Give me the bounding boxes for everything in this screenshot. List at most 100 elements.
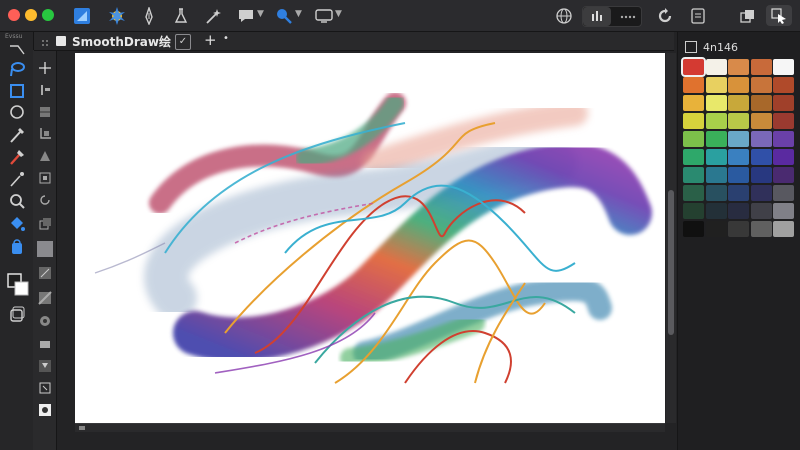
pen-nib-icon[interactable] <box>140 5 158 26</box>
smudge-icon[interactable] <box>35 263 54 282</box>
color-swatch[interactable] <box>728 95 749 111</box>
color-swatch[interactable] <box>750 221 772 237</box>
color-swatch[interactable] <box>705 149 727 165</box>
color-swatch[interactable] <box>728 185 749 201</box>
color-swatch[interactable] <box>705 113 727 129</box>
color-swatch[interactable] <box>705 95 727 111</box>
color-swatch[interactable] <box>750 95 772 111</box>
rectangle-select-icon[interactable] <box>4 80 30 102</box>
color-swatch[interactable] <box>705 131 727 147</box>
chat-bubble-icon[interactable] <box>236 5 256 26</box>
tab-edit-badge[interactable]: ✓ <box>175 34 191 50</box>
more-options-segment[interactable] <box>613 7 641 26</box>
color-swatch[interactable] <box>683 131 704 147</box>
chevron-down-icon[interactable]: ▼ <box>335 9 342 19</box>
color-swatch[interactable] <box>705 59 727 75</box>
color-swatch[interactable] <box>728 59 749 75</box>
bar-chart-view-segment[interactable] <box>583 7 611 26</box>
add-tab-button[interactable]: + <box>204 31 217 49</box>
color-swatch[interactable] <box>773 95 794 111</box>
tab-menu-button[interactable]: • <box>223 33 229 44</box>
color-swatch[interactable] <box>683 167 704 183</box>
color-picker-icon[interactable] <box>274 5 294 26</box>
eraser-icon[interactable] <box>35 334 54 353</box>
color-swatch[interactable] <box>750 167 772 183</box>
minimize-window-button[interactable] <box>25 9 37 21</box>
color-swatch[interactable] <box>750 77 772 93</box>
chevron-down-icon[interactable]: ▼ <box>295 9 302 19</box>
color-swatch[interactable] <box>773 113 794 129</box>
document-icon[interactable] <box>688 5 708 26</box>
refresh-icon[interactable] <box>655 5 675 26</box>
effects-icon[interactable] <box>35 400 54 419</box>
color-swatch[interactable] <box>683 221 704 237</box>
color-swatch[interactable] <box>750 203 772 219</box>
transform-icon[interactable] <box>35 168 54 187</box>
flask-icon[interactable] <box>172 5 190 26</box>
paint-bucket-icon[interactable] <box>4 237 30 259</box>
color-swatch[interactable] <box>750 113 772 129</box>
copy-icon[interactable] <box>35 214 54 233</box>
color-swatch[interactable] <box>705 185 727 201</box>
color-swatch[interactable] <box>683 203 704 219</box>
magic-wand-icon[interactable] <box>203 5 223 26</box>
color-swatch[interactable] <box>728 113 749 129</box>
color-swatch[interactable] <box>728 221 749 237</box>
color-swatch[interactable] <box>683 95 704 111</box>
grid-icon[interactable] <box>35 102 54 121</box>
zoom-window-button[interactable] <box>42 9 54 21</box>
color-swatch-icon[interactable] <box>4 270 30 300</box>
color-swatch[interactable] <box>750 59 772 75</box>
filter-icon[interactable] <box>35 356 54 375</box>
palette-icon[interactable] <box>685 41 697 53</box>
color-swatch[interactable] <box>773 221 794 237</box>
color-swatch[interactable] <box>728 77 749 93</box>
color-swatch[interactable] <box>681 57 706 77</box>
color-swatch[interactable] <box>728 149 749 165</box>
stamp-icon[interactable] <box>35 311 54 330</box>
app-logo-icon[interactable] <box>72 5 92 26</box>
move-tool-icon[interactable] <box>35 58 54 77</box>
color-swatch[interactable] <box>705 203 727 219</box>
fill-tool-icon[interactable] <box>4 213 30 235</box>
color-swatch[interactable] <box>683 77 704 93</box>
scroll-thumb-vertical[interactable] <box>668 190 674 335</box>
globe-icon[interactable] <box>554 5 574 26</box>
color-swatch[interactable] <box>773 59 794 75</box>
color-swatch[interactable] <box>683 113 704 129</box>
drawing-canvas[interactable] <box>75 53 665 423</box>
brush-tool-icon[interactable] <box>4 146 30 168</box>
zoom-tool-icon[interactable] <box>4 190 30 212</box>
texture-icon[interactable] <box>35 288 54 307</box>
monitor-icon[interactable] <box>313 5 335 26</box>
color-swatch[interactable] <box>750 149 772 165</box>
color-swatch[interactable] <box>773 167 794 183</box>
color-swatch[interactable] <box>683 149 704 165</box>
color-swatch[interactable] <box>683 185 704 201</box>
color-swatch[interactable] <box>705 221 727 237</box>
color-swatch[interactable] <box>773 149 794 165</box>
document-tab[interactable]: SmoothDraw绘 <box>56 32 171 50</box>
pen-tool-icon[interactable] <box>4 124 30 146</box>
color-burst-icon[interactable] <box>106 5 128 26</box>
window-arrange-icon[interactable] <box>737 5 757 26</box>
color-swatch[interactable] <box>728 167 749 183</box>
chevron-down-icon[interactable]: ▼ <box>257 9 264 19</box>
brush-preview-icon[interactable] <box>35 238 54 260</box>
layers-icon[interactable] <box>4 303 30 325</box>
align-icon[interactable] <box>35 80 54 99</box>
crop-icon[interactable] <box>35 124 54 143</box>
rotate-icon[interactable] <box>35 190 54 209</box>
color-swatch[interactable] <box>773 185 794 201</box>
pointer-tool-icon[interactable] <box>766 5 792 26</box>
ellipse-select-icon[interactable] <box>4 101 30 123</box>
shape-icon[interactable] <box>35 146 54 165</box>
lasso-tool-icon[interactable] <box>4 58 30 80</box>
view-mode-segmented-control[interactable] <box>582 6 642 27</box>
color-swatch[interactable] <box>773 77 794 93</box>
color-swatch[interactable] <box>705 167 727 183</box>
color-swatch[interactable] <box>773 131 794 147</box>
color-swatch[interactable] <box>773 203 794 219</box>
line-tool-icon[interactable] <box>4 38 30 60</box>
scroll-thumb-horizontal[interactable] <box>79 426 85 430</box>
